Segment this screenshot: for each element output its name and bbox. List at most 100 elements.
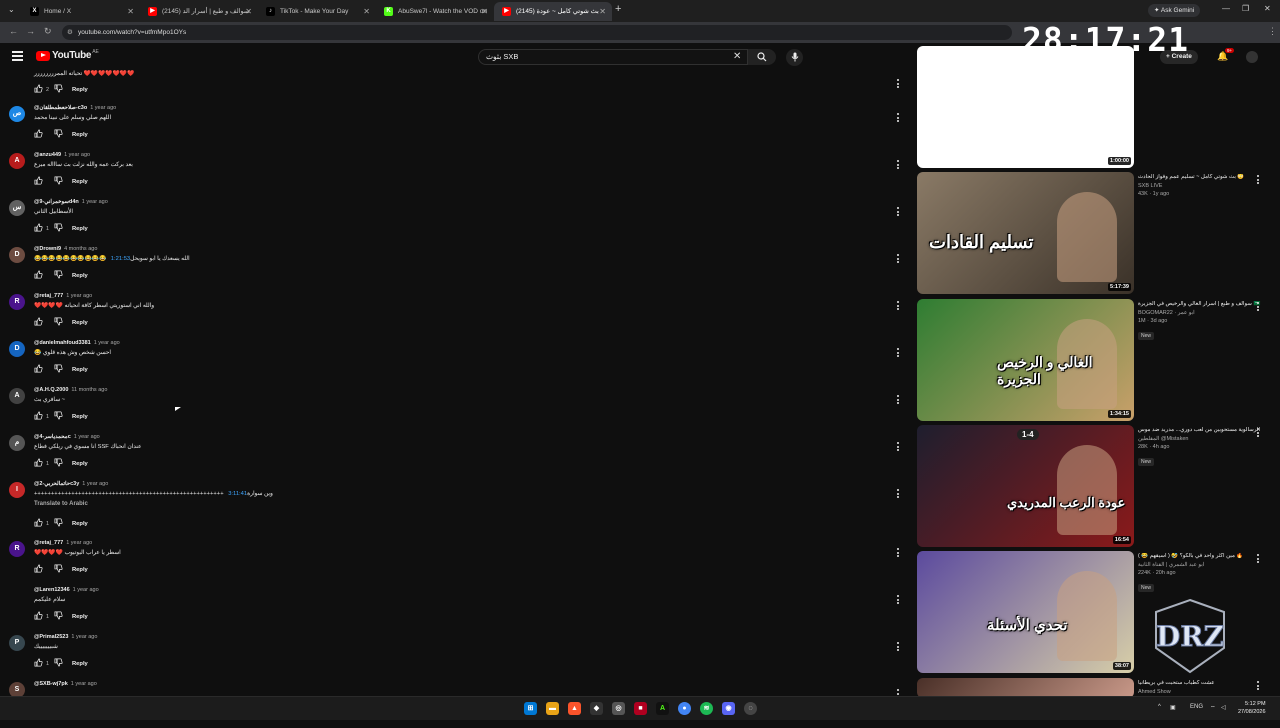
- reply-button[interactable]: Reply: [72, 661, 88, 667]
- close-tab-icon[interactable]: ✕: [481, 2, 488, 21]
- comment-author[interactable]: @Primal2523: [34, 634, 68, 640]
- commenter-avatar[interactable]: A: [9, 153, 25, 169]
- commenter-avatar[interactable]: م: [9, 435, 25, 451]
- like-button[interactable]: [34, 411, 43, 422]
- comment-more-icon[interactable]: [894, 254, 902, 264]
- video-more-icon[interactable]: [1254, 175, 1262, 185]
- site-info-icon[interactable]: ⚙: [67, 25, 73, 40]
- comment-more-icon[interactable]: [894, 442, 902, 452]
- voice-search-button[interactable]: [786, 49, 803, 66]
- comment-more-icon[interactable]: [894, 595, 902, 605]
- video-thumbnail[interactable]: تحدي الأسئلة 38:07: [917, 551, 1134, 673]
- video-thumbnail[interactable]: تسليم القادات 5:17:39: [917, 172, 1134, 294]
- channel-name[interactable]: Ahmed Show: [1138, 689, 1266, 695]
- reload-icon[interactable]: ↻: [44, 26, 52, 37]
- close-tab-icon[interactable]: ✕: [245, 2, 252, 21]
- discord-icon[interactable]: ◉: [722, 702, 735, 715]
- taskbar-clock[interactable]: 5:12 PM 27/08/2026: [1238, 700, 1266, 716]
- like-button[interactable]: [34, 176, 43, 187]
- video-title[interactable]: بث شوتي كامل ~ تسليم عمم وفواز الحادث 😳: [1138, 174, 1266, 181]
- brave-icon[interactable]: ▲: [568, 702, 581, 715]
- wifi-icon[interactable]: ⌔: [1210, 704, 1216, 712]
- reply-button[interactable]: Reply: [72, 614, 88, 620]
- translate-button[interactable]: Translate to Arabic: [34, 501, 88, 507]
- video-title[interactable]: مين اكثر واحد في بالكو؟ 🤣 ( اسيقهم 😂 ) 🔥: [1138, 553, 1266, 560]
- channel-name[interactable]: ابو عبد الشمري | القناة الثانية: [1138, 562, 1266, 568]
- dislike-button[interactable]: [54, 364, 63, 375]
- comment-more-icon[interactable]: [894, 207, 902, 217]
- commenter-avatar[interactable]: س: [9, 200, 25, 216]
- comment-author[interactable]: @anzu449: [34, 152, 61, 158]
- comment-more-icon[interactable]: [894, 348, 902, 358]
- like-button[interactable]: [34, 84, 43, 95]
- dislike-button[interactable]: [54, 518, 63, 529]
- comment-time[interactable]: 4 months ago: [64, 246, 97, 252]
- channel-name[interactable]: SXB LIVE: [1138, 183, 1266, 189]
- kick-app-icon[interactable]: A: [656, 702, 669, 715]
- comment-author[interactable]: @حاتمالحربي-2c3y: [34, 481, 79, 487]
- dislike-button[interactable]: [54, 129, 63, 140]
- clear-search-icon[interactable]: ✕: [733, 51, 741, 62]
- browser-menu-icon[interactable]: ⋮: [1268, 26, 1277, 37]
- language-indicator[interactable]: ENG: [1190, 704, 1203, 710]
- comment-time[interactable]: 1 year ago: [66, 540, 92, 546]
- browser-tab[interactable]: ♪ TikTok - Make Your Day ✕: [258, 2, 376, 21]
- forward-icon[interactable]: →: [26, 26, 35, 36]
- comment-author[interactable]: @Drowni9: [34, 246, 61, 252]
- commenter-avatar[interactable]: P: [9, 635, 25, 651]
- comment-time[interactable]: 1 year ago: [82, 199, 108, 205]
- like-button[interactable]: [34, 518, 43, 529]
- steam-icon[interactable]: ◎: [612, 702, 625, 715]
- account-avatar[interactable]: [1246, 51, 1258, 63]
- commenter-avatar[interactable]: R: [9, 294, 25, 310]
- comment-time[interactable]: 1 year ago: [82, 481, 108, 487]
- like-button[interactable]: [34, 364, 43, 375]
- dislike-button[interactable]: [54, 270, 63, 281]
- comment-more-icon[interactable]: [894, 548, 902, 558]
- browser-tab[interactable]: X Home / X ✕: [22, 2, 140, 21]
- comment-author[interactable]: @SXB-wj7pk: [34, 681, 68, 687]
- comment-more-icon[interactable]: [894, 395, 902, 405]
- back-icon[interactable]: ←: [9, 26, 18, 36]
- comment-more-icon[interactable]: [894, 642, 902, 652]
- close-tab-icon[interactable]: ✕: [127, 2, 134, 21]
- reply-button[interactable]: Reply: [72, 273, 88, 279]
- browser-tab[interactable]: ▶ سوالف و طبع | أسرار الد (2145) ✕: [140, 2, 258, 21]
- comment-author[interactable]: @سوخمراني-9d4n: [34, 199, 79, 205]
- reply-button[interactable]: Reply: [72, 226, 88, 232]
- obs-icon[interactable]: ◌: [744, 702, 757, 715]
- video-more-icon[interactable]: [1254, 681, 1262, 691]
- browser-tab[interactable]: ▶ (2145) بث شوتي كامل ~ عودة ✕: [494, 2, 612, 21]
- search-input[interactable]: بثوث SXB: [478, 49, 748, 65]
- like-button[interactable]: [34, 564, 43, 575]
- commenter-avatar[interactable]: D: [9, 247, 25, 263]
- file-explorer-icon[interactable]: ▬: [546, 702, 559, 715]
- video-title[interactable]: سوالف و طبع | أسرار الغالي والرخيص في ال…: [1138, 301, 1266, 308]
- address-bar[interactable]: ⚙ youtube.com/watch?v=utfmMpo1OYs: [62, 25, 1012, 40]
- minimize-icon[interactable]: —: [1222, 4, 1230, 13]
- tab-search-icon[interactable]: ⌄: [8, 5, 15, 14]
- comment-time[interactable]: 1 year ago: [64, 152, 90, 158]
- menu-icon[interactable]: [12, 51, 23, 61]
- spotify-icon[interactable]: ≋: [700, 702, 713, 715]
- video-more-icon[interactable]: [1254, 302, 1262, 312]
- epic-games-icon[interactable]: ◆: [590, 702, 603, 715]
- video-thumbnail[interactable]: الغالي و الرخيص الجزيرة 1:34:15: [917, 299, 1134, 421]
- dislike-button[interactable]: [54, 458, 63, 469]
- dislike-button[interactable]: [54, 611, 63, 622]
- reply-button[interactable]: Reply: [72, 414, 88, 420]
- comment-more-icon[interactable]: [894, 301, 902, 311]
- comment-author[interactable]: @danielmahfoud3381: [34, 340, 91, 346]
- video-info[interactable]: الرسالوية مستحوبين من لعب دوري... مدريد …: [1138, 427, 1266, 468]
- volume-icon[interactable]: ◁: [1221, 704, 1226, 711]
- like-button[interactable]: [34, 458, 43, 469]
- channel-name[interactable]: المقلطين @Mistaken: [1138, 436, 1266, 442]
- video-more-icon[interactable]: [1254, 554, 1262, 564]
- chrome-icon[interactable]: ●: [678, 702, 691, 715]
- commenter-avatar[interactable]: A: [9, 388, 25, 404]
- video-info[interactable]: عشت كطباب ستحبت في بريطانيا Ahmed Show: [1138, 680, 1266, 695]
- reply-button[interactable]: Reply: [72, 521, 88, 527]
- comment-author[interactable]: @A.H.Q.2000: [34, 387, 68, 393]
- ask-gemini-button[interactable]: ✦ Ask Gemini: [1148, 4, 1201, 17]
- dislike-button[interactable]: [54, 564, 63, 575]
